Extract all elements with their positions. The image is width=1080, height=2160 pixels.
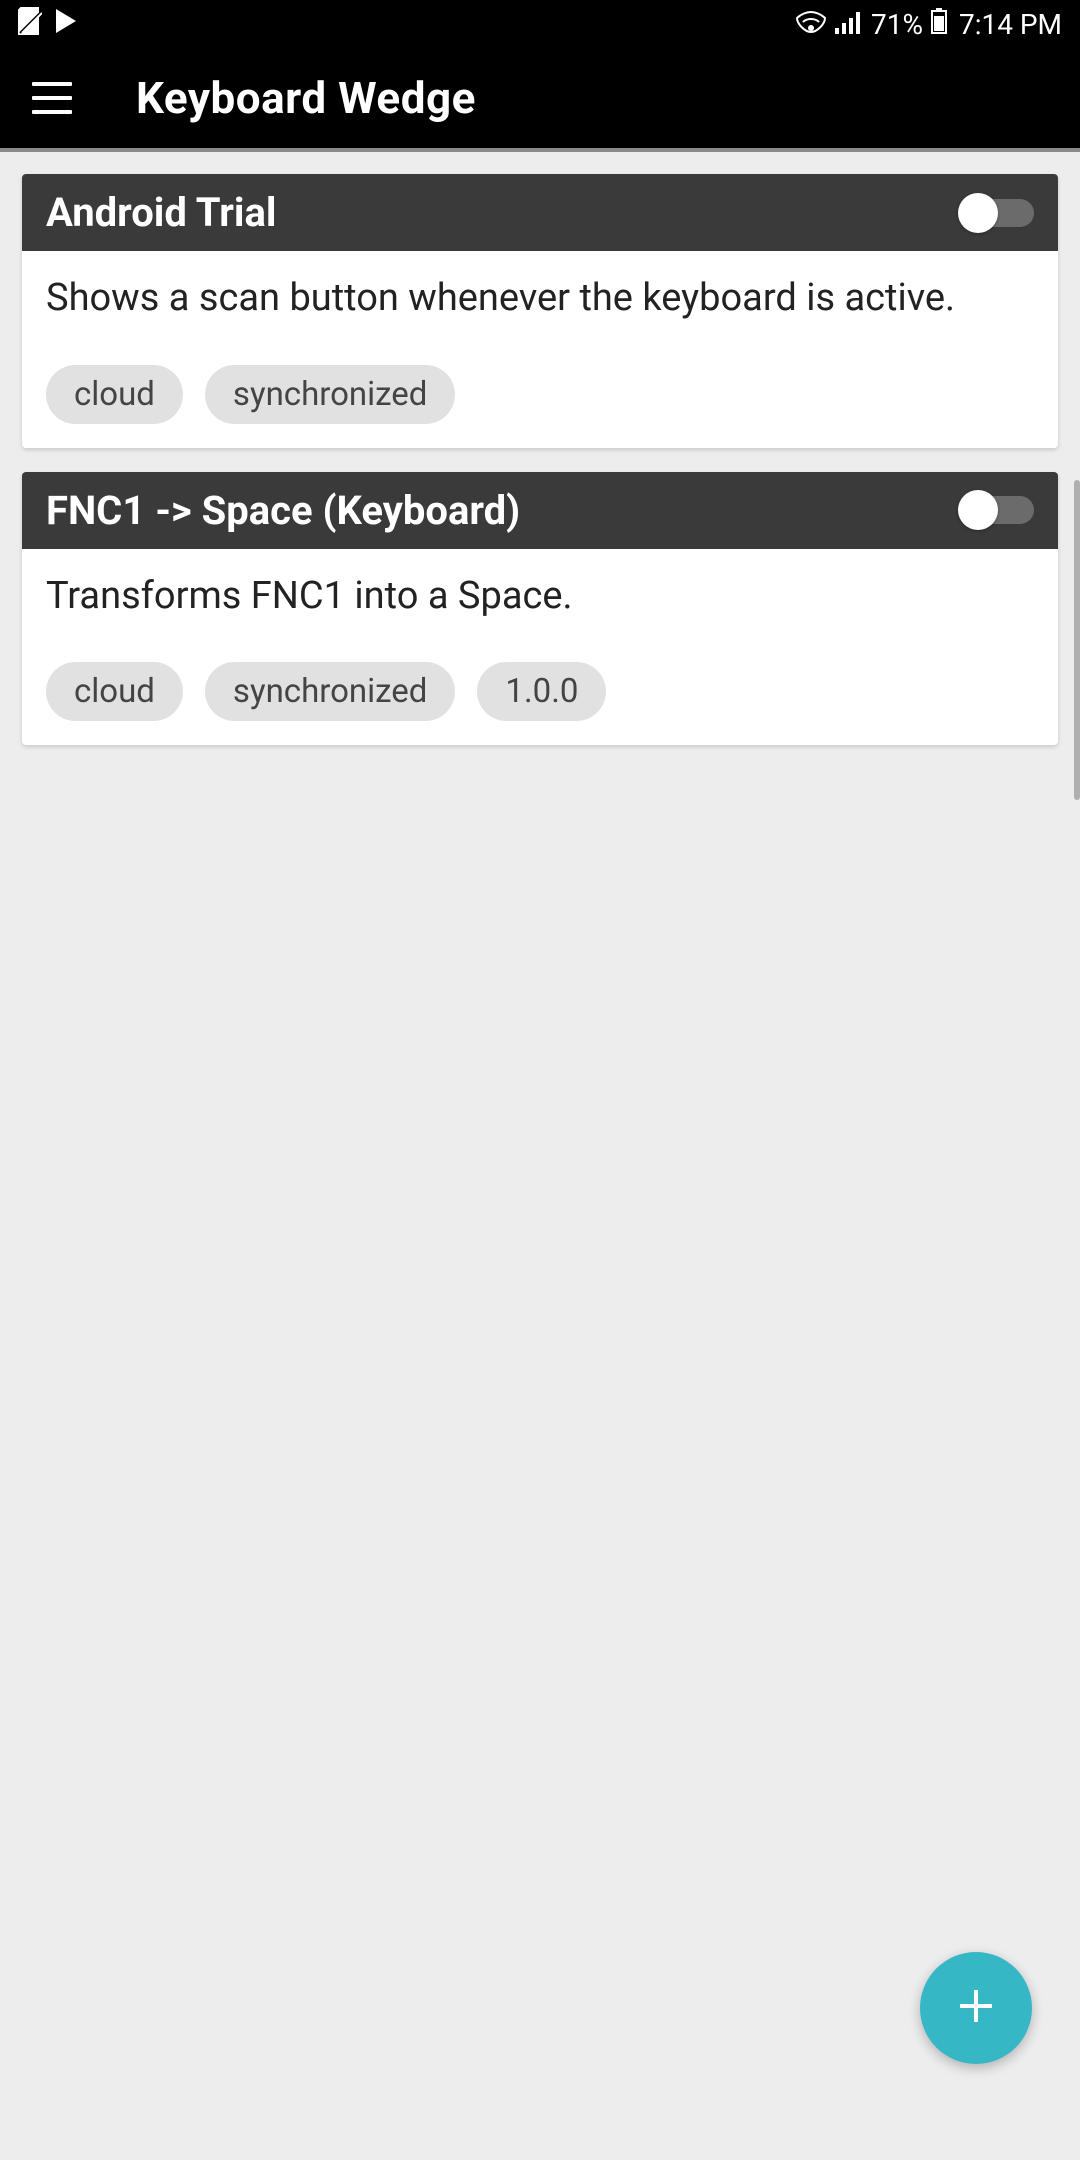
sim-icon bbox=[18, 7, 42, 42]
page-title: Keyboard Wedge bbox=[136, 72, 476, 124]
status-left bbox=[18, 7, 80, 42]
chip-synchronized: synchronized bbox=[205, 365, 455, 424]
battery-percent: 71% bbox=[871, 8, 923, 41]
card-header: Android Trial bbox=[22, 174, 1058, 251]
setting-card[interactable]: Android Trial Shows a scan button whenev… bbox=[22, 174, 1058, 448]
card-body: Shows a scan button whenever the keyboar… bbox=[22, 251, 1058, 448]
chip-synchronized: synchronized bbox=[205, 662, 455, 721]
signal-icon bbox=[835, 8, 863, 41]
status-right: 71% 7:14 PM bbox=[795, 8, 1062, 41]
play-store-icon bbox=[54, 7, 80, 42]
status-time: 7:14 PM bbox=[959, 8, 1062, 41]
status-bar: 71% 7:14 PM bbox=[0, 0, 1080, 48]
chip-row: cloud synchronized bbox=[46, 365, 1034, 424]
scrollbar[interactable] bbox=[1074, 480, 1080, 800]
card-body: Transforms FNC1 into a Space. cloud sync… bbox=[22, 549, 1058, 746]
add-button[interactable] bbox=[920, 1952, 1032, 2064]
toggle-switch[interactable] bbox=[962, 199, 1034, 227]
card-title: FNC1 -> Space (Keyboard) bbox=[46, 487, 520, 534]
chip-cloud: cloud bbox=[46, 365, 183, 424]
chip-row: cloud synchronized 1.0.0 bbox=[46, 662, 1034, 721]
app-bar: Keyboard Wedge bbox=[0, 48, 1080, 152]
toggle-thumb bbox=[958, 490, 998, 530]
content-area: Android Trial Shows a scan button whenev… bbox=[0, 152, 1080, 791]
menu-icon[interactable] bbox=[32, 82, 72, 114]
card-title: Android Trial bbox=[46, 189, 277, 236]
battery-icon bbox=[931, 8, 947, 41]
chip-cloud: cloud bbox=[46, 662, 183, 721]
wifi-icon bbox=[795, 8, 827, 41]
card-description: Transforms FNC1 into a Space. bbox=[46, 573, 1034, 621]
card-header: FNC1 -> Space (Keyboard) bbox=[22, 472, 1058, 549]
card-description: Shows a scan button whenever the keyboar… bbox=[46, 275, 1034, 323]
toggle-switch[interactable] bbox=[962, 496, 1034, 524]
toggle-thumb bbox=[958, 193, 998, 233]
chip-version: 1.0.0 bbox=[477, 662, 606, 721]
plus-icon bbox=[956, 1986, 996, 2030]
setting-card[interactable]: FNC1 -> Space (Keyboard) Transforms FNC1… bbox=[22, 472, 1058, 746]
